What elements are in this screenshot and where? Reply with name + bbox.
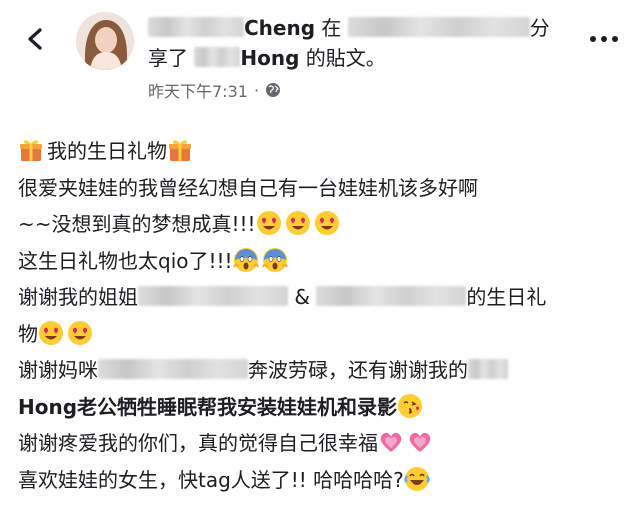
post-text: 物 bbox=[18, 321, 38, 346]
redacted-tag bbox=[468, 359, 508, 379]
timestamp[interactable]: 昨天下午7:31 bbox=[148, 78, 248, 102]
post-text-mention[interactable]: Hong老公牺牲睡眠帮我安装娃娃机和录影 bbox=[18, 395, 397, 419]
post-text: 谢谢疼爱我的你们，真的觉得自己很幸福 bbox=[18, 431, 378, 455]
word-in: 在 bbox=[321, 16, 342, 40]
post-line: 喜欢娃娃的女生，快tag人送了!! 哈哈哈哈? bbox=[18, 462, 628, 499]
shared-suffix: 的貼文。 bbox=[305, 46, 386, 70]
redacted-author-name bbox=[148, 17, 244, 37]
heart-eyes-emoji bbox=[256, 210, 282, 236]
word-share: 享了 bbox=[148, 46, 188, 70]
more-dot bbox=[601, 36, 607, 42]
post-text: 谢谢我的姐姐 bbox=[18, 285, 138, 309]
heart-eyes-emoji bbox=[314, 210, 340, 236]
screaming-face-emoji bbox=[262, 247, 288, 273]
post-text: 谢谢妈咪 bbox=[18, 358, 98, 382]
more-options-button[interactable] bbox=[590, 36, 618, 42]
post-text: 很爱夹娃娃的我曾经幻想自己有一台娃娃机该多好啊 bbox=[18, 175, 478, 200]
redacted-group-name bbox=[347, 17, 530, 37]
word-fen: 分 bbox=[529, 16, 550, 40]
post-text: 奔波劳碌，还有谢谢我的 bbox=[248, 358, 468, 382]
redacted-shared-name bbox=[194, 47, 241, 67]
post-line: 谢谢疼爱我的你们，真的觉得自己很幸福 bbox=[18, 425, 628, 462]
growing-heart-emoji bbox=[378, 429, 404, 455]
chevron-left-icon bbox=[28, 28, 42, 50]
post-line: 物 bbox=[18, 316, 628, 353]
post-text: & bbox=[294, 285, 310, 309]
post-line: ~~没想到真的梦想成真!!! bbox=[18, 206, 628, 243]
post-line: 谢谢妈咪 奔波劳碌，还有谢谢我的 bbox=[18, 352, 628, 389]
post-text: ~~没想到真的梦想成真!!! bbox=[18, 212, 256, 236]
redacted-tag bbox=[316, 286, 467, 306]
post-line: Hong老公牺牲睡眠帮我安装娃娃机和录影 bbox=[18, 389, 628, 426]
more-dot bbox=[612, 36, 618, 42]
gift-emoji bbox=[167, 137, 193, 163]
heart-eyes-emoji bbox=[67, 320, 93, 346]
post-text: 喜欢娃娃的女生，快tag人送了!! 哈哈哈哈? bbox=[18, 467, 404, 492]
more-dot bbox=[590, 36, 596, 42]
globe-icon bbox=[266, 83, 281, 97]
tears-of-joy-emoji bbox=[404, 466, 430, 492]
separator: · bbox=[253, 80, 260, 100]
post-text: 这生日礼物也太qio了!!! bbox=[18, 248, 233, 273]
redacted-tag bbox=[98, 359, 248, 379]
kissing-heart-emoji bbox=[397, 393, 423, 419]
shared-name-suffix[interactable]: Hong bbox=[240, 46, 299, 70]
heart-eyes-emoji bbox=[38, 320, 64, 346]
post-line: 这生日礼物也太qio了!!! bbox=[18, 243, 628, 280]
post-header-line-1: Cheng 在 分 bbox=[148, 15, 550, 41]
avatar[interactable] bbox=[76, 12, 134, 70]
redacted-tag bbox=[138, 286, 288, 306]
post-line: 很爱夹娃娃的我曾经幻想自己有一台娃娃机该多好啊 bbox=[18, 170, 628, 207]
post-body: 我的生日礼物 很爱夹娃娃的我曾经幻想自己有一台娃娃机该多好啊 ~~没想到真的梦想… bbox=[18, 133, 628, 498]
post-meta: 昨天下午7:31 · bbox=[148, 78, 281, 102]
post-text: 我的生日礼物 bbox=[47, 139, 167, 163]
post-text: 的生日礼 bbox=[466, 285, 547, 309]
author-name-suffix[interactable]: Cheng bbox=[244, 16, 315, 40]
post-line: 我的生日礼物 bbox=[18, 133, 628, 170]
post-header-line-2: 享了 Hong 的貼文。 bbox=[148, 45, 386, 71]
back-button[interactable] bbox=[22, 26, 48, 52]
growing-heart-emoji bbox=[407, 429, 433, 455]
heart-eyes-emoji bbox=[285, 210, 311, 236]
screaming-face-emoji bbox=[233, 247, 259, 273]
post-line: 谢谢我的姐姐 & 的生日礼 bbox=[18, 279, 628, 316]
gift-emoji bbox=[18, 137, 44, 163]
